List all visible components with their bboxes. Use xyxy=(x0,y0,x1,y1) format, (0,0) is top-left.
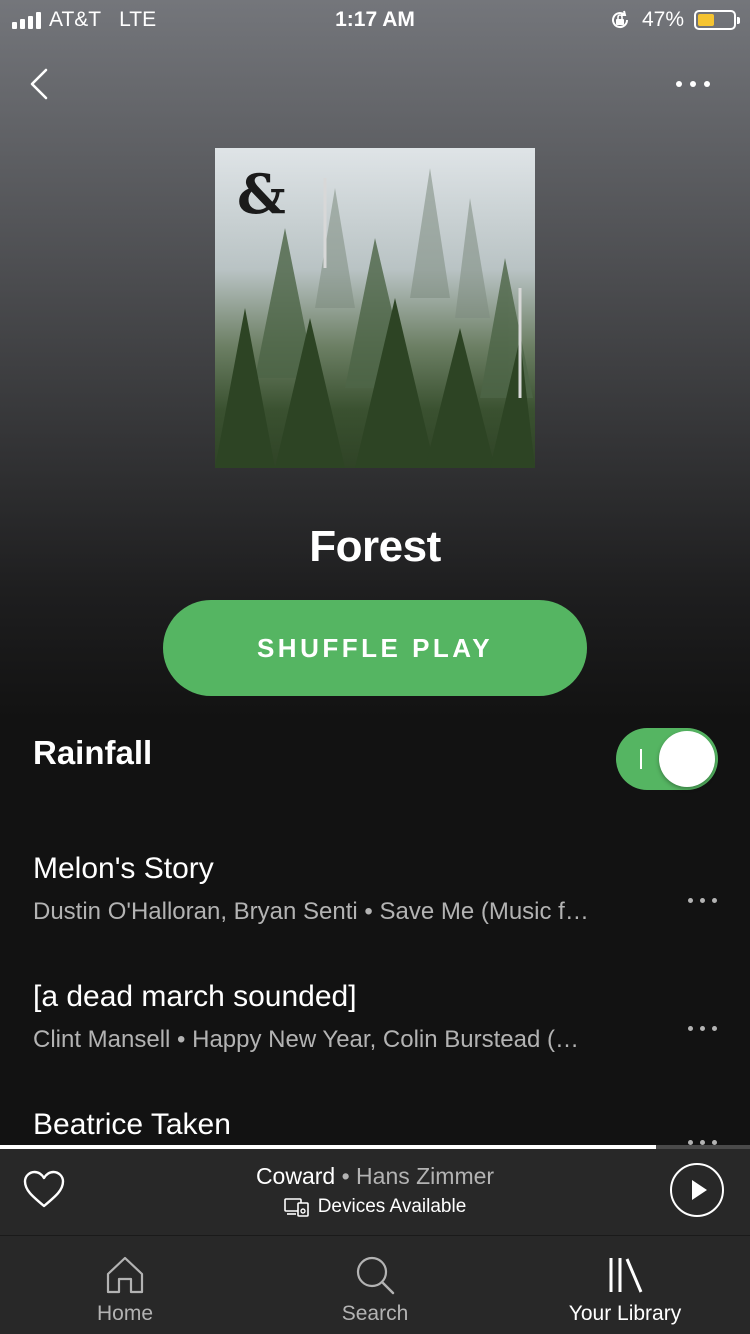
download-toggle[interactable] xyxy=(616,728,718,790)
track-row[interactable]: [a dead march sounded] Clint Mansell • H… xyxy=(33,980,723,1054)
now-playing-separator: • xyxy=(341,1163,350,1189)
track-more-button[interactable] xyxy=(688,898,717,903)
chevron-left-icon xyxy=(30,68,48,100)
tab-home[interactable]: Home xyxy=(0,1236,250,1334)
orientation-lock-icon xyxy=(611,10,628,29)
track-subtitle: Clint Mansell • Happy New Year, Colin Bu… xyxy=(33,1026,579,1053)
more-dot xyxy=(676,81,682,87)
track-title: Beatrice Taken xyxy=(33,1108,231,1141)
battery-percent: 47% xyxy=(641,8,684,31)
shuffle-play-button[interactable]: SHUFFLE PLAY xyxy=(163,600,587,696)
battery-fill xyxy=(698,14,714,26)
more-dot xyxy=(690,81,696,87)
tab-your-library[interactable]: Your Library xyxy=(500,1236,750,1334)
track-row[interactable]: Beatrice Taken xyxy=(33,1108,723,1145)
library-icon xyxy=(609,1258,643,1293)
like-button[interactable] xyxy=(22,1169,66,1209)
battery-icon xyxy=(694,10,740,30)
status-bar: AT&T LTE 1:17 AM 47% xyxy=(0,0,750,40)
track-row[interactable]: Melon's Story Dustin O'Halloran, Bryan S… xyxy=(33,852,723,926)
tab-search[interactable]: Search xyxy=(250,1236,500,1334)
play-button[interactable] xyxy=(670,1163,724,1217)
playlist-cover-image: & xyxy=(215,148,535,468)
now-playing-bar[interactable]: Coward • Hans Zimmer Devices Available xyxy=(0,1149,750,1235)
cover-ampersand-logo: & xyxy=(237,162,286,226)
home-icon xyxy=(106,1256,144,1294)
track-title: Melon's Story xyxy=(33,852,214,885)
play-icon xyxy=(692,1180,707,1200)
track-more-button[interactable] xyxy=(688,1026,717,1031)
track-subtitle: Dustin O'Halloran, Bryan Senti • Save Me… xyxy=(33,898,589,925)
status-right: 47% xyxy=(608,8,740,32)
now-playing-title-line: Coward • Hans Zimmer xyxy=(150,1163,600,1190)
tab-library-label: Your Library xyxy=(568,1302,682,1325)
more-dot xyxy=(704,81,710,87)
section-title: Rainfall xyxy=(33,734,153,771)
heart-icon xyxy=(23,1170,65,1208)
tab-home-label: Home xyxy=(96,1302,154,1325)
track-title: [a dead march sounded] xyxy=(33,980,357,1013)
more-options-button[interactable] xyxy=(676,74,720,94)
search-icon xyxy=(356,1256,395,1295)
devices-label: Devices Available xyxy=(317,1196,467,1217)
devices-available[interactable]: Devices Available xyxy=(150,1196,600,1218)
bottom-tab-bar: Home Search Your Library xyxy=(0,1235,750,1334)
playlist-title: Forest xyxy=(309,522,441,571)
now-playing-artist: Hans Zimmer xyxy=(356,1163,495,1189)
toggle-on-indicator xyxy=(640,749,642,769)
tab-search-label: Search xyxy=(341,1302,409,1325)
devices-icon xyxy=(283,1198,309,1217)
toggle-knob[interactable] xyxy=(659,731,715,787)
now-playing-info[interactable]: Coward • Hans Zimmer Devices Available xyxy=(150,1163,600,1218)
now-playing-song: Coward xyxy=(255,1163,336,1189)
back-button[interactable] xyxy=(24,64,60,104)
